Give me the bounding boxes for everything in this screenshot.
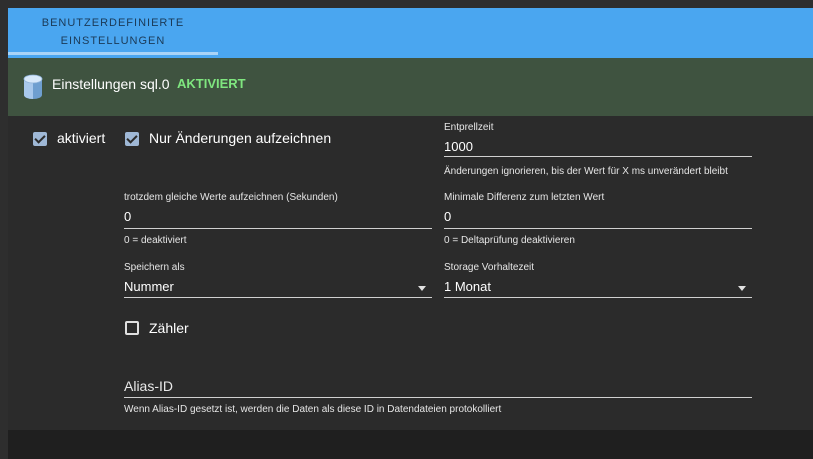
bottom-bar: [8, 430, 813, 459]
same-values-helper: 0 = deaktiviert: [124, 235, 187, 246]
settings-header: Einstellungen sql.0 AKTIVIERT: [8, 58, 813, 116]
changes-only-label: Nur Änderungen aufzeichnen: [149, 130, 332, 146]
tab-custom-settings[interactable]: BENUTZERDEFINIERTE EINSTELLUNGEN: [8, 8, 218, 55]
min-diff-underline: [444, 228, 752, 229]
left-gutter: [0, 8, 8, 459]
store-as-value: Nummer: [124, 279, 174, 294]
instance-title: Einstellungen sql.0: [52, 76, 170, 92]
same-values-label: trotzdem gleiche Werte aufzeichnen (Seku…: [124, 192, 338, 203]
enabled-label: aktiviert: [57, 130, 106, 146]
tab-label-line2: EINSTELLUNGEN: [60, 35, 166, 47]
debounce-underline: [444, 156, 752, 157]
chevron-down-icon: [738, 286, 746, 291]
counter-checkbox[interactable]: [125, 321, 139, 335]
alias-id-underline: [124, 397, 752, 398]
status-badge: AKTIVIERT: [177, 76, 246, 91]
window-top-strip: [0, 0, 813, 8]
min-diff-input[interactable]: 0: [444, 209, 451, 224]
store-as-underline: [124, 297, 432, 298]
min-diff-label: Minimale Differenz zum letzten Wert: [444, 192, 605, 203]
same-values-input[interactable]: 0: [124, 209, 131, 224]
enabled-checkbox[interactable]: [33, 132, 47, 146]
changes-only-checkbox[interactable]: [125, 132, 139, 146]
debounce-helper: Änderungen ignorieren, bis der Wert für …: [444, 166, 728, 177]
retention-label: Storage Vorhaltezeit: [444, 262, 535, 273]
database-icon: [23, 74, 43, 99]
debounce-input[interactable]: 1000: [444, 139, 473, 154]
counter-label: Zähler: [149, 320, 189, 336]
same-values-underline: [124, 228, 432, 229]
tab-bar: BENUTZERDEFINIERTE EINSTELLUNGEN: [8, 8, 813, 58]
alias-id-helper: Wenn Alias-ID gesetzt ist, werden die Da…: [124, 404, 502, 415]
tab-label-line1: BENUTZERDEFINIERTE: [41, 17, 185, 29]
settings-panel: aktiviert Nur Änderungen aufzeichnen Ent…: [8, 116, 813, 430]
store-as-label: Speichern als: [124, 262, 185, 273]
alias-id-input[interactable]: Alias-ID: [124, 378, 173, 394]
debounce-label: Entprellzeit: [444, 122, 494, 133]
retention-value: 1 Monat: [444, 279, 491, 294]
chevron-down-icon: [418, 286, 426, 291]
retention-underline: [444, 297, 752, 298]
min-diff-helper: 0 = Deltaprüfung deaktivieren: [444, 235, 575, 246]
